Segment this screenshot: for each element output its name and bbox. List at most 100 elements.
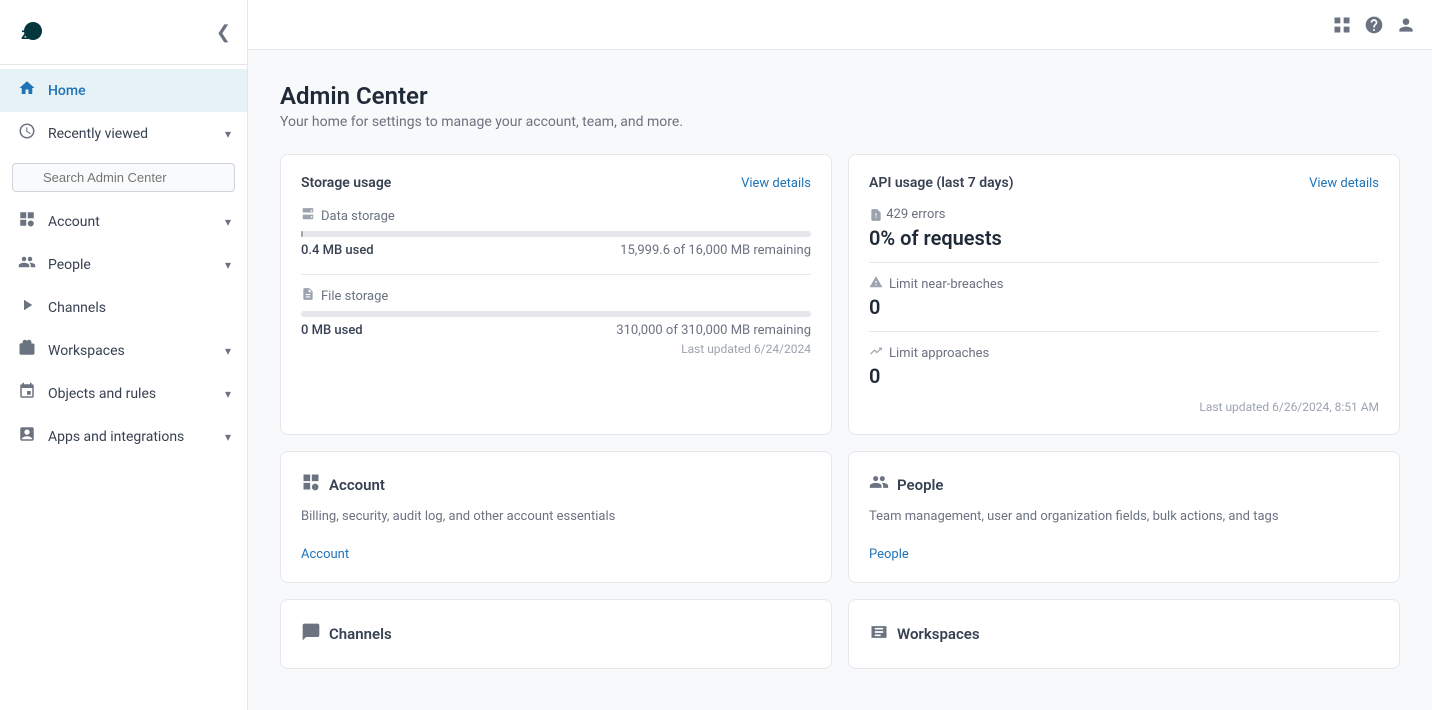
right-side: Admin Center Your home for settings to m… [248, 0, 1432, 710]
chevron-down-icon-account: ▾ [225, 215, 231, 229]
workspaces-card-icon [869, 622, 889, 646]
data-storage-progress-fill [301, 231, 303, 237]
channels-card-title: Channels [329, 625, 392, 643]
user-profile-button[interactable] [1396, 15, 1416, 35]
channels-icon [16, 296, 38, 319]
apps-icon [16, 425, 38, 448]
error-icon [869, 207, 886, 222]
help-button[interactable] [1364, 15, 1384, 35]
grid-apps-button[interactable] [1332, 15, 1352, 35]
clock-icon [16, 122, 38, 145]
storage-usage-card: Storage usage View details Data storage [280, 154, 832, 435]
bottom-cards-row: Channels Workspaces [280, 599, 1400, 669]
database-icon [301, 207, 315, 225]
file-storage-stats: 0 MB used 310,000 of 310,000 MB remainin… [301, 323, 811, 338]
limit-approaches-text: Limit approaches [889, 346, 989, 361]
sidebar-item-home[interactable]: Home [0, 69, 247, 112]
chevron-down-icon-apps: ▾ [225, 430, 231, 444]
people-card-desc: Team management, user and organization f… [869, 507, 1379, 527]
topbar [248, 0, 1432, 50]
near-breaches-stat: Limit near-breaches 0 [869, 275, 1379, 319]
data-storage-item: Data storage 0.4 MB used 15,999.6 of 16,… [301, 207, 811, 258]
api-errors-label: 429 errors [869, 207, 1379, 222]
near-breaches-label: Limit near-breaches [869, 275, 1379, 293]
warning-icon [869, 275, 883, 293]
zendesk-logo: z [16, 14, 52, 50]
api-card-header: API usage (last 7 days) View details [869, 175, 1379, 191]
chevron-down-icon-workspaces: ▾ [225, 344, 231, 358]
people-info-card: People Team management, user and organiz… [848, 451, 1400, 583]
top-cards-row: Storage usage View details Data storage [280, 154, 1400, 435]
chevron-down-icon-objects: ▾ [225, 387, 231, 401]
file-storage-progress-bg [301, 311, 811, 317]
data-storage-stats: 0.4 MB used 15,999.6 of 16,000 MB remain… [301, 243, 811, 258]
search-box: 🔍 [0, 155, 247, 200]
account-icon [16, 210, 38, 233]
sidebar-item-label-recently-viewed: Recently viewed [48, 126, 215, 142]
api-usage-card: API usage (last 7 days) View details 429… [848, 154, 1400, 435]
sidebar-item-workspaces[interactable]: Workspaces ▾ [0, 329, 247, 372]
file-storage-remaining: 310,000 of 310,000 MB remaining [616, 323, 811, 338]
limit-approaches-label: Limit approaches [869, 344, 1379, 362]
people-icon [16, 253, 38, 276]
file-storage-label: File storage [301, 287, 811, 305]
collapse-sidebar-button[interactable]: ❮ [216, 23, 231, 41]
data-storage-progress-bg [301, 231, 811, 237]
file-icon [301, 287, 315, 305]
sidebar-item-label-account: Account [48, 214, 215, 230]
sidebar: z ❮ Home Recently viewed ▾ [0, 0, 248, 710]
workspaces-info-card: Workspaces [848, 599, 1400, 669]
api-requests-value: 0% of requests [869, 226, 1379, 250]
sidebar-item-label-apps: Apps and integrations [48, 429, 215, 445]
people-card-link[interactable]: People [869, 547, 909, 562]
limit-approaches-value: 0 [869, 364, 1379, 388]
nav-section: Home Recently viewed ▾ 🔍 [0, 65, 247, 462]
file-storage-used: 0 MB used [301, 323, 363, 338]
people-card-header: People [869, 472, 1379, 497]
sidebar-logo-area: z ❮ [0, 0, 247, 65]
page-subtitle: Your home for settings to manage your ac… [280, 114, 1400, 130]
api-view-details-link[interactable]: View details [1309, 176, 1379, 191]
storage-card-header: Storage usage View details [301, 175, 811, 191]
account-card-title: Account [329, 476, 385, 494]
api-divider2 [869, 331, 1379, 332]
file-storage-text: File storage [321, 289, 388, 304]
limit-approaches-stat: Limit approaches 0 [869, 344, 1379, 388]
sidebar-item-recently-viewed[interactable]: Recently viewed ▾ [0, 112, 247, 155]
data-storage-remaining: 15,999.6 of 16,000 MB remaining [620, 243, 811, 258]
sidebar-item-channels[interactable]: Channels [0, 286, 247, 329]
objects-rules-icon [16, 382, 38, 405]
sidebar-item-label-workspaces: Workspaces [48, 343, 215, 359]
account-card-icon [301, 472, 321, 497]
search-input[interactable] [12, 163, 235, 192]
api-updated: Last updated 6/26/2024, 8:51 AM [869, 400, 1379, 414]
home-icon [16, 79, 38, 102]
data-storage-label: Data storage [301, 207, 811, 225]
people-card-title: People [897, 476, 944, 494]
api-divider [869, 262, 1379, 263]
channels-card-icon [301, 622, 321, 646]
trend-icon [869, 344, 883, 362]
sidebar-item-label-people: People [48, 257, 215, 273]
file-storage-updated: Last updated 6/24/2024 [301, 342, 811, 356]
chevron-down-icon-people: ▾ [225, 258, 231, 272]
channels-info-card: Channels [280, 599, 832, 669]
workspaces-icon [16, 339, 38, 362]
sidebar-item-account[interactable]: Account ▾ [0, 200, 247, 243]
page-title: Admin Center [280, 82, 1400, 110]
near-breaches-value: 0 [869, 295, 1379, 319]
api-errors-text: 429 errors [886, 207, 945, 222]
near-breaches-text: Limit near-breaches [889, 277, 1003, 292]
sidebar-item-objects-and-rules[interactable]: Objects and rules ▾ [0, 372, 247, 415]
workspaces-card-title: Workspaces [897, 625, 980, 643]
account-info-card: Account Billing, security, audit log, an… [280, 451, 832, 583]
storage-card-title: Storage usage [301, 175, 391, 191]
data-storage-text: Data storage [321, 209, 395, 224]
sidebar-item-apps-integrations[interactable]: Apps and integrations ▾ [0, 415, 247, 458]
sidebar-item-people[interactable]: People ▾ [0, 243, 247, 286]
account-card-desc: Billing, security, audit log, and other … [301, 507, 811, 527]
info-cards-row: Account Billing, security, audit log, an… [280, 451, 1400, 583]
account-card-link[interactable]: Account [301, 547, 349, 562]
storage-view-details-link[interactable]: View details [741, 176, 811, 191]
people-card-icon [869, 472, 889, 497]
